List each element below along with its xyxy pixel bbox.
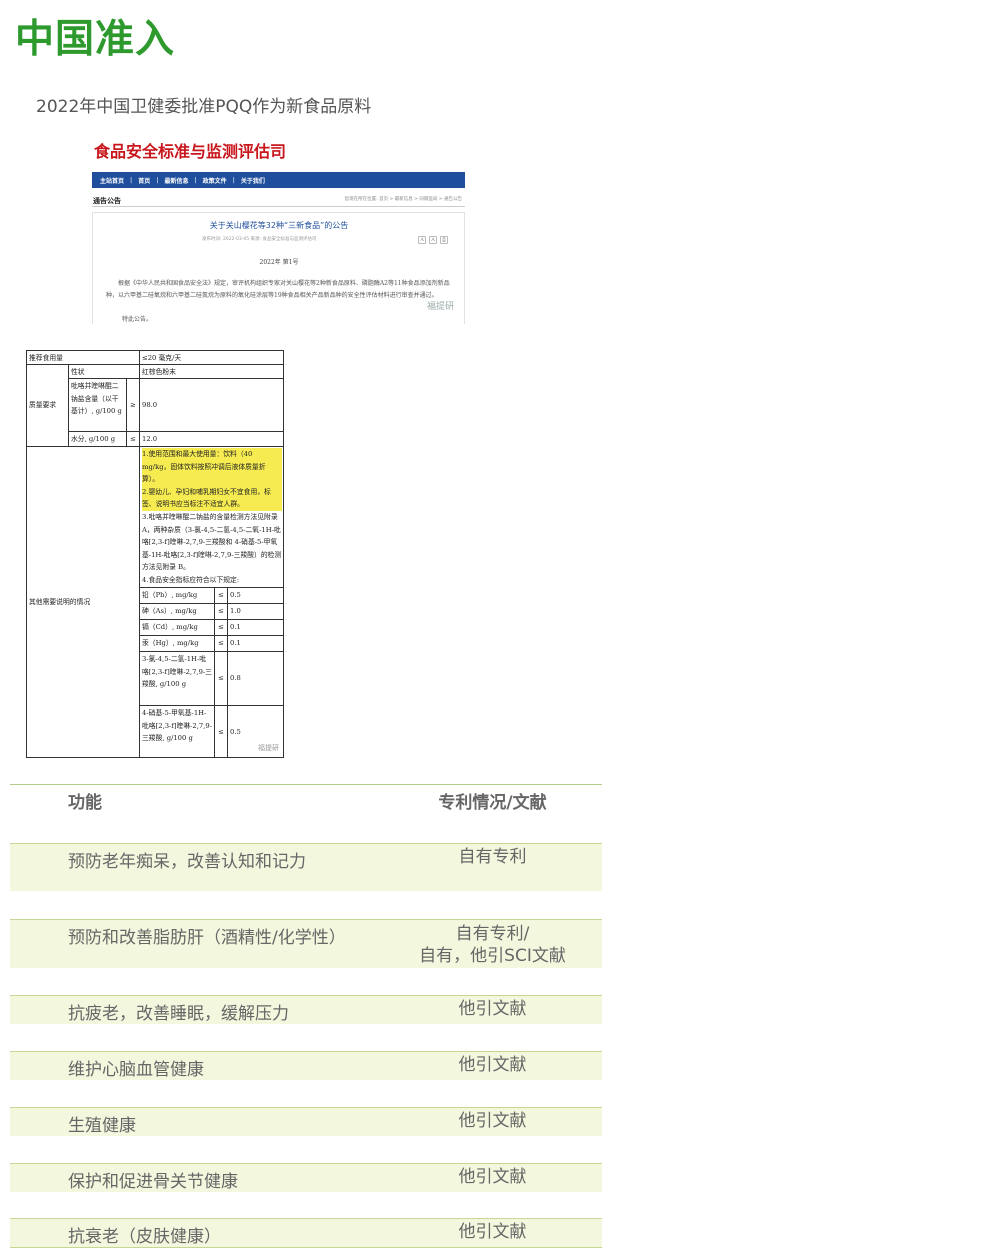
limit-op: ≤ <box>215 636 228 652</box>
limit-op: ≤ <box>215 588 228 604</box>
limit-item: 镉（Cd）, mg/kg <box>140 620 215 636</box>
nav-item: 首页 <box>138 177 151 185</box>
nav-item: 最新信息 <box>164 177 189 185</box>
note: 3.吡咯并喹啉醌二钠盐的含量检测方法见附录 A，两种杂质（3-氯-4,5-二氢-… <box>142 512 282 572</box>
notice-screenshot: 食品安全标准与监测评估司 主站首页 | 首页 | 最新信息 | 政策文件 | 关于我们 … <box>92 136 466 324</box>
function-patent-table: 功能 专利情况/文献 预防老年痴呆，改善认知和记力 自有专利 预防和改善脂肪肝（… <box>10 784 602 1254</box>
department-title: 食品安全标准与监测评估司 <box>94 142 287 161</box>
function-cell: 抗疲老，改善睡眠，缓解压力 <box>68 1004 289 1024</box>
notice-paragraph: 根据《中华人民共和国食品安全法》规定，审评机构组织专家对关山樱花等2种新食品原料… <box>106 280 450 299</box>
limit-value: 0.5 <box>228 588 284 604</box>
table-row: 保护和促进骨关节健康 他引文献 <box>10 1163 602 1192</box>
section-subtitle: 2022年中国卫健委批准PQQ作为新食品原料 <box>36 97 372 117</box>
spec-cell: 其他需要说明的情况 <box>27 447 140 758</box>
limit-op: ≤ <box>215 604 228 620</box>
limit-item: 砷（As）, mg/kg <box>140 604 215 620</box>
table-row: 抗疲老，改善睡眠，缓解压力 他引文献 <box>10 995 602 1024</box>
nav-item: 主站首页 <box>100 177 125 185</box>
function-cell: 生殖健康 <box>68 1116 136 1136</box>
spec-notes: 1.使用范围和最大使用量：饮料（40 mg/kg，固体饮料按照冲调后液体质量折算… <box>140 447 284 588</box>
table-row: 维护心脑血管健康 他引文献 <box>10 1051 602 1080</box>
divider <box>92 206 465 207</box>
limit-item: 4-硝基-5-甲氧基-1H-吡咯[2,3-f]喹啉-2,7,9-三羧酸, g/1… <box>140 706 215 758</box>
spec-cell: ≤20 毫克/天 <box>140 351 284 365</box>
page-heading: 中国准入 <box>15 17 176 62</box>
notice-section-label: 通告公告 <box>93 197 121 205</box>
limit-value: 0.1 <box>228 636 284 652</box>
patent-cell: 他引文献 <box>458 1167 527 1187</box>
breadcrumb: 您现在所在位置: 首页 > 最新信息 > 间隔监局 > 通告公告 <box>344 197 462 202</box>
limit-value: 0.8 <box>228 652 284 706</box>
limit-item: 汞（Hg）, mg/kg <box>140 636 215 652</box>
column-header-function: 功能 <box>68 793 102 813</box>
text-size-icon: A <box>418 236 426 244</box>
notice-issue: 2022年 第1号 <box>259 259 299 266</box>
column-header-patent: 专利情况/文献 <box>438 793 547 813</box>
spec-cell: 红棕色粉末 <box>140 365 284 379</box>
function-cell: 维护心脑血管健康 <box>68 1060 204 1080</box>
patent-cell: 他引文献 <box>458 999 527 1019</box>
spec-cell: 质量要求 <box>27 365 69 447</box>
patent-cell: 自有专利 <box>458 847 527 867</box>
patent-cell: 自有专利/ 自有，他引SCI文献 <box>419 924 566 966</box>
nav-item: 关于我们 <box>240 177 265 185</box>
notice-closing: 特此公告。 <box>122 316 153 323</box>
notice-meta: 发布时间: 2022-03-05 来源: 食品安全标准与监测评估司 <box>202 237 317 242</box>
table-row: 生殖健康 他引文献 <box>10 1107 602 1136</box>
spec-cell: 推荐食用量 <box>27 351 140 365</box>
notice-title: 关于关山樱花等32种“三新食品”的公告 <box>209 221 349 230</box>
function-cell: 预防和改善脂肪肝（酒精性/化学性） <box>68 928 346 948</box>
spec-cell: 性状 <box>69 365 140 379</box>
table-bottom-border <box>10 1247 602 1248</box>
limit-item: 铅（Pb）, mg/kg <box>140 588 215 604</box>
table-row: 预防和改善脂肪肝（酒精性/化学性） 自有专利/ 自有，他引SCI文献 <box>10 919 602 968</box>
limit-op: ≤ <box>215 620 228 636</box>
watermark: 福提研 <box>258 744 279 752</box>
note: 4.食品安全指标应符合以下规定: <box>142 575 240 584</box>
patent-cell: 他引文献 <box>458 1222 527 1242</box>
function-cell: 抗衰老（皮肤健康） <box>68 1227 221 1247</box>
spec-cell: 98.0 <box>140 379 284 432</box>
watermark: 福提研 <box>426 302 454 312</box>
patent-cell: 他引文献 <box>458 1055 527 1075</box>
function-cell: 保护和促进骨关节健康 <box>68 1172 238 1192</box>
spec-cell: 水分, g/100 g <box>69 432 127 447</box>
print-icon: ⎙ <box>440 236 448 244</box>
note-highlighted: 2.婴幼儿、孕妇和哺乳期妇女不宜食用，标签、说明书应当标注不适宜人群。 <box>142 485 282 511</box>
table-row: 抗衰老（皮肤健康） 他引文献 <box>10 1218 602 1247</box>
spec-cell: 12.0 <box>140 432 284 447</box>
table-row: 预防老年痴呆，改善认知和记力 自有专利 <box>10 843 602 891</box>
spec-cell: ≥ <box>127 379 140 432</box>
spec-cell: ≤ <box>127 432 140 447</box>
limit-op: ≤ <box>215 706 228 758</box>
notice-tools: A A ⎙ <box>418 236 448 244</box>
table-top-border <box>10 784 602 785</box>
notice-nav-bar: 主站首页 | 首页 | 最新信息 | 政策文件 | 关于我们 <box>92 172 465 188</box>
limit-value: 0.1 <box>228 620 284 636</box>
spec-table: 推荐食用量 ≤20 毫克/天 质量要求 性状 红棕色粉末 吡咯并喹啉醌二钠盐含量… <box>26 350 284 758</box>
limit-item: 3-氯-4,5-二氢-1H-吡咯[2,3-f]喹啉-2,7,9-三羧酸, g/1… <box>140 652 215 706</box>
spec-cell: 吡咯并喹啉醌二钠盐含量（以干基计）, g/100 g <box>69 379 127 432</box>
limit-value: 1.0 <box>228 604 284 620</box>
patent-cell: 他引文献 <box>458 1111 527 1131</box>
note-highlighted: 1.使用范围和最大使用量：饮料（40 mg/kg，固体饮料按照冲调后液体质量折算… <box>142 448 282 486</box>
limit-op: ≤ <box>215 652 228 706</box>
nav-item: 政策文件 <box>202 177 227 185</box>
text-size-icon: A <box>429 236 437 244</box>
function-cell: 预防老年痴呆，改善认知和记力 <box>68 852 306 872</box>
